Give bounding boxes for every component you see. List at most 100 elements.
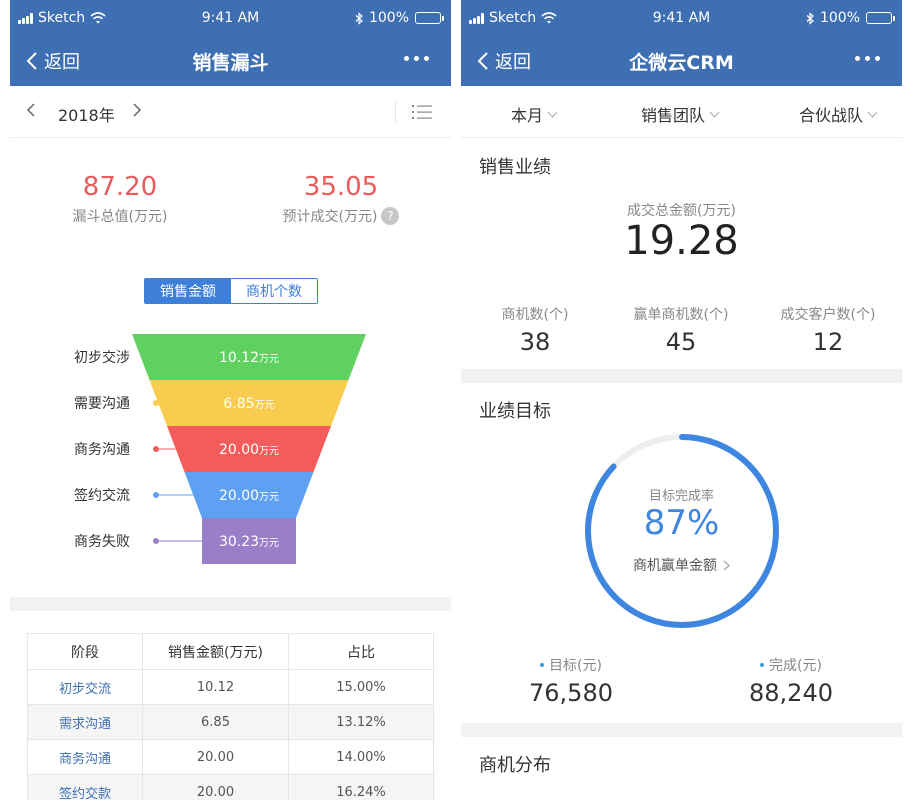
table-header: 占比: [288, 633, 434, 670]
funnel-dot: [153, 354, 159, 360]
metric-value: 38: [519, 328, 551, 356]
funnel-unit: 万元: [259, 446, 279, 457]
filter-partner-label: 合伙战队: [799, 106, 864, 125]
total-amount-label: 成交总金额(万元): [627, 203, 736, 219]
metric-opportunities: 商机数(个) 38: [465, 304, 605, 356]
help-icon[interactable]: ?: [381, 207, 400, 225]
table-header: 销售金额(万元): [142, 633, 289, 670]
nav-bar: 返回 企微云CRM: [461, 36, 902, 86]
funnel-unit: 万元: [259, 492, 279, 503]
year-selector: 2018年: [10, 86, 451, 138]
stat-total-label: 漏斗总值(万元): [72, 209, 168, 225]
status-bar: Sketch 9:41 AM 100%: [461, 0, 902, 36]
funnel-unit: 万元: [255, 400, 275, 411]
funnel-unit: 万元: [259, 538, 279, 549]
table-row[interactable]: 商务沟通 20.00 14.00%: [27, 739, 434, 775]
funnel-value: 30.23: [219, 534, 259, 550]
goal-completed: 完成(元) 88,240: [711, 655, 871, 707]
ring-label: 目标完成率: [648, 489, 714, 504]
funnel-stage-label: 商务沟通: [74, 442, 130, 458]
funnel-dot: [153, 446, 159, 452]
toggle-count[interactable]: 商机个数: [231, 279, 317, 303]
table-cell-amount: 10.12: [142, 669, 289, 705]
metric-value: 12: [812, 328, 844, 356]
table-header: 阶段: [27, 633, 143, 670]
distribution-section-title: 商机分布: [479, 755, 551, 776]
filter-period-label: 本月: [511, 106, 544, 125]
battery-percent: 100%: [368, 10, 409, 26]
target-section-title: 业绩目标: [479, 401, 551, 422]
chevron-down-icon: [867, 107, 878, 117]
more-button[interactable]: [855, 56, 880, 61]
stat-forecast-value: 35.05: [303, 172, 379, 202]
total-amount-value: 19.28: [624, 218, 739, 264]
goal-value: 88,240: [749, 679, 833, 707]
status-bar: Sketch 9:41 AM 100%: [10, 0, 451, 36]
chevron-down-icon: [547, 107, 558, 117]
filter-team[interactable]: 销售团队: [641, 102, 720, 126]
funnel-screen: Sketch 9:41 AM 100% 返回 销售漏斗 2018年 87.20 …: [10, 0, 451, 800]
filter-period[interactable]: 本月: [511, 102, 558, 126]
metric-value: 45: [665, 328, 697, 356]
funnel-dot: [153, 400, 159, 406]
funnel-value: 10.12: [219, 350, 259, 366]
page-title: 企微云CRM: [629, 52, 734, 74]
crm-dashboard-screen: Sketch 9:41 AM 100% 返回 企微云CRM 本月 销售团队 合伙…: [461, 0, 902, 800]
ring-percent: 87%: [643, 503, 720, 543]
metric-won-opportunities: 赢单商机数(个) 45: [611, 304, 751, 356]
battery-icon: [866, 12, 895, 24]
funnel-unit: 万元: [259, 354, 279, 365]
chevron-down-icon: [709, 107, 720, 117]
table-cell-stage: 需求沟通: [27, 704, 143, 740]
metric-toggle: 销售金额 商机个数: [144, 278, 318, 304]
funnel-value: 20.00: [219, 488, 259, 504]
sales-funnel: 初步交涉 10.12万元需要沟通 6.85万元商务沟通 20.00万元签约交流 20.0…: [74, 334, 366, 564]
funnel-stage-label: 商务失败: [74, 534, 130, 550]
chevron-right-icon: [723, 559, 730, 571]
battery-percent: 100%: [819, 10, 860, 26]
table-cell-amount: 20.00: [142, 774, 289, 800]
table-cell-ratio: 16.24%: [288, 774, 434, 800]
won-amount-link[interactable]: 商机赢单金额: [461, 555, 902, 575]
next-year-button[interactable]: [132, 102, 142, 118]
funnel-stage-label: 签约交流: [74, 487, 130, 504]
table-cell-amount: 20.00: [142, 739, 289, 775]
stat-total-value: 87.20: [82, 172, 158, 202]
funnel-dot: [153, 538, 159, 544]
won-amount-link-label: 商机赢单金额: [633, 558, 717, 574]
stat-forecast: 35.05 预计成交(万元)?: [241, 172, 441, 226]
metric-label: 成交客户数(个): [780, 307, 876, 323]
goal-value: 76,580: [529, 679, 613, 707]
goal-target: 目标(元) 76,580: [491, 655, 651, 707]
stat-forecast-label: 预计成交(万元): [282, 209, 378, 225]
stat-total: 87.20 漏斗总值(万元): [20, 172, 220, 226]
table-cell-ratio: 14.00%: [288, 739, 434, 775]
year-label: 2018年: [58, 106, 115, 125]
filter-partner[interactable]: 合伙战队: [799, 102, 878, 126]
sales-section-title: 销售业绩: [479, 157, 551, 178]
table-row[interactable]: 需求沟通 6.85 13.12%: [27, 704, 434, 740]
funnel-stage-label: 需要沟通: [74, 396, 130, 412]
page-title: 销售漏斗: [192, 52, 269, 74]
bluetooth-icon: [806, 11, 814, 25]
prev-year-button[interactable]: [26, 102, 36, 118]
funnel-dot: [153, 492, 159, 498]
list-icon[interactable]: [412, 104, 432, 120]
table-cell-stage: 初步交流: [27, 669, 143, 705]
metric-label: 赢单商机数(个): [633, 307, 729, 323]
table-cell-ratio: 13.12%: [288, 704, 434, 740]
funnel-stats: 87.20 漏斗总值(万元) 35.05 预计成交(万元)?: [10, 138, 451, 278]
metric-label: 商机数(个): [501, 307, 569, 323]
table-cell-ratio: 15.00%: [288, 669, 434, 705]
filter-team-label: 销售团队: [641, 106, 706, 125]
table-cell-stage: 签约交款: [27, 774, 143, 800]
battery-icon: [415, 12, 444, 24]
goal-label: 目标(元): [549, 658, 602, 674]
more-button[interactable]: [404, 56, 429, 61]
stage-table: 阶段 销售金额(万元) 占比 初步交流 10.12 15.00% 需求沟通 6.85 13…: [27, 633, 434, 800]
table-row[interactable]: 初步交流 10.12 15.00%: [27, 669, 434, 705]
table-row[interactable]: 签约交款 20.00 16.24%: [27, 774, 434, 800]
toggle-amount[interactable]: 销售金额: [145, 279, 231, 303]
bluetooth-icon: [355, 11, 363, 25]
metric-customers: 成交客户数(个) 12: [758, 304, 898, 356]
